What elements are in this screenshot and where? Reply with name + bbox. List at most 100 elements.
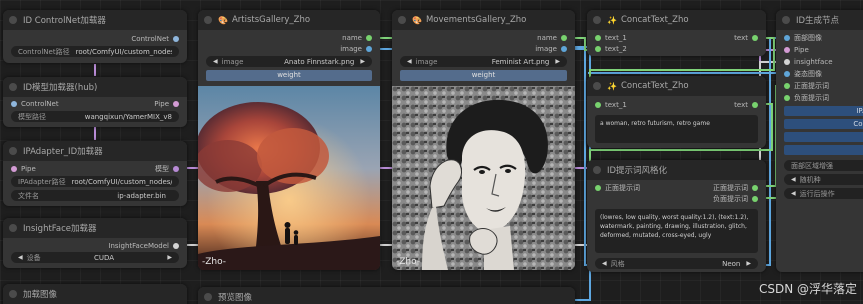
string-port-icon[interactable]: [595, 45, 601, 52]
concat-text-node-2[interactable]: ✨ ConcatText_Zho text_1 text a woman, re…: [587, 76, 766, 148]
negative-prompt-textarea[interactable]: (lowres, low quality, worst quality:1.2)…: [595, 209, 758, 253]
controlnet-path-widget[interactable]: ControlNet路径 root/ComfyUI/custom_nodes/C…: [11, 46, 179, 57]
movements-gallery-node[interactable]: 🎨 MovementsGallery_Zho name image ◀ imag…: [392, 10, 575, 270]
load-image-node[interactable]: 加载图像: [3, 284, 187, 304]
collapse-dot-icon[interactable]: [593, 166, 601, 174]
input-controlnet[interactable]: ControlNet: [11, 100, 59, 108]
collapse-dot-icon[interactable]: [782, 16, 790, 24]
artists-gallery-node[interactable]: 🎨 ArtistsGallery_Zho name image ◀ image …: [198, 10, 380, 270]
control-after-generate-widget[interactable]: ◀ 运行后操作: [784, 188, 863, 199]
blue-widget-3[interactable]: [784, 132, 863, 142]
controlnet-port-icon[interactable]: [11, 100, 17, 107]
output-model[interactable]: 模型: [155, 164, 179, 174]
node-title-bar[interactable]: 🎨 ArtistsGallery_Zho: [198, 10, 380, 30]
output-controlnet[interactable]: ControlNet: [131, 35, 179, 43]
output-image[interactable]: image: [535, 45, 567, 53]
pipe-port-icon[interactable]: [784, 46, 790, 53]
string-port-icon[interactable]: [366, 34, 372, 41]
output-text[interactable]: text: [734, 101, 758, 109]
output-text[interactable]: text: [734, 34, 758, 42]
collapse-dot-icon[interactable]: [204, 293, 212, 301]
ipa-weight-widget[interactable]: IPA: [784, 106, 863, 116]
ipadapter-file-widget[interactable]: 文件名 ip-adapter.bin: [11, 190, 179, 201]
insightface-loader-node[interactable]: InsightFace加载器 InsightFaceModel ◀ 设备 CUD…: [3, 218, 187, 268]
seed-widget[interactable]: ◀ 随机种: [784, 174, 863, 185]
collapse-dot-icon[interactable]: [398, 16, 406, 24]
arrow-right-icon[interactable]: ▶: [746, 260, 751, 267]
image-port-icon[interactable]: [784, 34, 790, 41]
collapse-dot-icon[interactable]: [9, 224, 17, 232]
collapse-dot-icon[interactable]: [593, 82, 601, 90]
input-text-2[interactable]: text_2: [595, 45, 627, 53]
node-title-bar[interactable]: ✨ ConcatText_Zho: [587, 76, 766, 96]
controlnet-weight-widget[interactable]: Con: [784, 119, 863, 129]
controlnet-port-icon[interactable]: [173, 35, 179, 42]
insightface-port-icon[interactable]: [173, 242, 179, 249]
string-port-icon[interactable]: [561, 34, 567, 41]
device-widget[interactable]: ◀ 设备 CUDA ▶: [11, 252, 179, 263]
output-name[interactable]: name: [342, 34, 372, 42]
face-area-widget[interactable]: 面部区域增强: [784, 160, 863, 171]
weight-slider[interactable]: weight: [206, 70, 372, 81]
collapse-dot-icon[interactable]: [9, 16, 17, 24]
input-text-1[interactable]: text_1: [595, 101, 627, 109]
node-title-bar[interactable]: ID生成节点: [776, 10, 863, 30]
ipadapter-loader-node[interactable]: IPAdapter_ID加载器 Pipe 模型 IPAdapter路径 root…: [3, 141, 187, 206]
input-pose-image[interactable]: 姿态图像: [784, 69, 822, 79]
output-insightface[interactable]: InsightFaceModel: [108, 242, 179, 250]
concat-text-node-1[interactable]: ✨ ConcatText_Zho text_1 text text_2: [587, 10, 766, 56]
arrow-left-icon[interactable]: ◀: [791, 190, 796, 197]
node-title-bar[interactable]: ✨ ConcatText_Zho: [587, 10, 766, 30]
input-positive-prompt[interactable]: 正面提示词: [595, 183, 640, 193]
text-2-textarea[interactable]: a woman, retro futurism, retro game: [595, 115, 758, 143]
node-title-bar[interactable]: ID提示词风格化: [587, 160, 766, 180]
node-title-bar[interactable]: 🎨 MovementsGallery_Zho: [392, 10, 575, 30]
collapse-dot-icon[interactable]: [593, 16, 601, 24]
arrow-right-icon[interactable]: ▶: [360, 58, 365, 65]
controlnet-loader-node[interactable]: ID ControlNet加载器 ControlNet ControlNet路径…: [3, 10, 187, 63]
output-name[interactable]: name: [537, 34, 567, 42]
node-canvas[interactable]: ID ControlNet加载器 ControlNet ControlNet路径…: [0, 0, 863, 304]
string-port-icon[interactable]: [784, 94, 790, 101]
input-pipe[interactable]: Pipe: [11, 165, 36, 173]
weight-slider[interactable]: weight: [400, 70, 567, 81]
arrow-right-icon[interactable]: ▶: [167, 254, 172, 261]
input-pipe[interactable]: Pipe: [784, 46, 809, 54]
model-loader-node[interactable]: ID模型加载器(hub) ControlNet Pipe 模型路径 wangqi…: [3, 77, 187, 127]
string-port-icon[interactable]: [784, 82, 790, 89]
output-image[interactable]: image: [340, 45, 372, 53]
node-title-bar[interactable]: 加载图像: [3, 284, 187, 304]
input-insightface[interactable]: insightface: [784, 58, 833, 66]
image-select-widget[interactable]: ◀ image Feminist Art.png ▶: [400, 56, 567, 67]
pipe-port-icon[interactable]: [173, 100, 179, 107]
arrow-left-icon[interactable]: ◀: [407, 58, 412, 65]
string-port-icon[interactable]: [752, 101, 758, 108]
image-select-widget[interactable]: ◀ image Anato Finnstark.png ▶: [206, 56, 372, 67]
insightface-port-icon[interactable]: [784, 58, 790, 65]
node-title-bar[interactable]: IPAdapter_ID加载器: [3, 141, 187, 161]
input-negative-prompt[interactable]: 负面提示词: [784, 93, 829, 103]
collapse-dot-icon[interactable]: [9, 83, 17, 91]
arrow-left-icon[interactable]: ◀: [213, 58, 218, 65]
string-port-icon[interactable]: [595, 101, 601, 108]
arrow-left-icon[interactable]: ◀: [602, 260, 607, 267]
output-pipe[interactable]: Pipe: [154, 100, 179, 108]
arrow-right-icon[interactable]: ▶: [555, 58, 560, 65]
id-prompt-style-node[interactable]: ID提示词风格化 正面提示词 正面提示词 负面提示词 (lowres, low …: [587, 160, 766, 272]
output-negative-prompt[interactable]: 负面提示词: [713, 194, 758, 204]
model-port-icon[interactable]: [173, 165, 179, 172]
ipadapter-path-widget[interactable]: IPAdapter路径 root/ComfyUI/custom_nodes/Co…: [11, 176, 179, 187]
input-face-image[interactable]: 面部图像: [784, 33, 822, 43]
style-select-widget[interactable]: ◀ 风格 Neon ▶: [595, 258, 758, 269]
pipe-port-icon[interactable]: [11, 165, 17, 172]
collapse-dot-icon[interactable]: [9, 290, 17, 298]
string-port-icon[interactable]: [752, 34, 758, 41]
collapse-dot-icon[interactable]: [204, 16, 212, 24]
image-port-icon[interactable]: [366, 45, 372, 52]
preview-image-node[interactable]: 预览图像: [198, 287, 575, 304]
blue-widget-4[interactable]: [784, 145, 863, 155]
node-title-bar[interactable]: 预览图像: [198, 287, 575, 304]
string-port-icon[interactable]: [752, 195, 758, 202]
input-positive-prompt[interactable]: 正面提示词: [784, 81, 829, 91]
node-title-bar[interactable]: ID模型加载器(hub): [3, 77, 187, 97]
